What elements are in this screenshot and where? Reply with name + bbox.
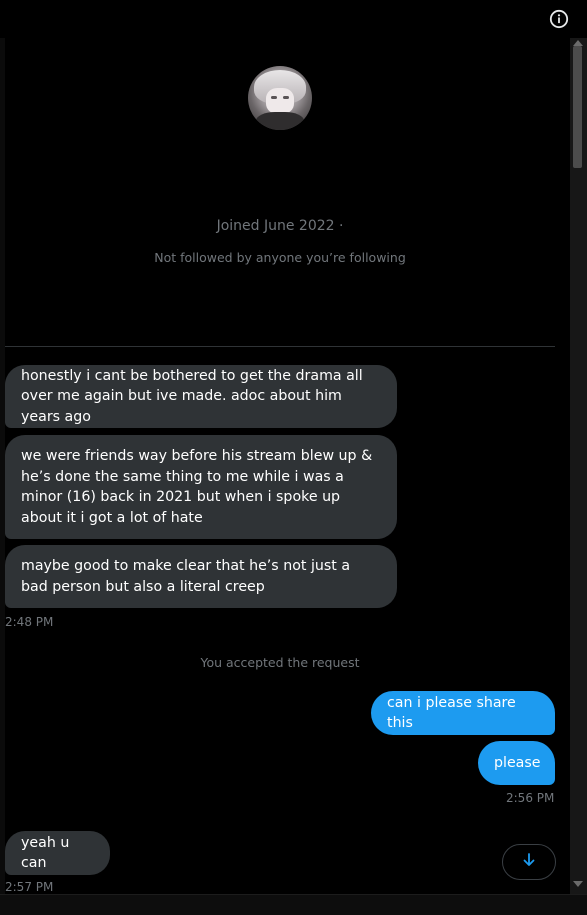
divider [5,346,555,347]
message-bubble-incoming[interactable]: maybe good to make clear that he’s not j… [5,545,397,608]
scroll-to-bottom-button[interactable] [502,844,556,880]
message-text: yeah u can [21,834,70,872]
message-text: can i please share this [387,694,516,732]
arrow-down-icon [521,852,537,872]
message-bubble-outgoing[interactable]: can i please share this [371,691,555,735]
message-bubble-incoming[interactable]: we were friends way before his stream bl… [5,435,397,539]
message-timestamp: 2:56 PM [506,791,555,805]
message-timestamp: 2:48 PM [5,615,54,629]
message-timestamp: 2:57 PM [5,880,54,894]
system-message: You accepted the request [200,655,360,670]
message-bubble-incoming[interactable]: honestly i cant be bothered to get the d… [5,365,397,428]
message-text: maybe good to make clear that he’s not j… [21,558,351,595]
followers-context: Not followed by anyone you’re following [154,250,406,265]
avatar[interactable] [248,66,312,130]
bottom-bar [0,894,587,915]
joined-date: Joined June 2022 · [216,218,344,234]
message-text: we were friends way before his stream bl… [21,448,373,526]
conversation-header [0,0,587,38]
message-bubble-outgoing[interactable]: please [478,741,555,785]
message-text: please [494,754,541,771]
scrollbar-thumb[interactable] [573,46,582,168]
message-text: honestly i cant be bothered to get the d… [21,367,363,425]
info-icon[interactable] [549,9,569,29]
scroll-down-arrow[interactable] [573,881,583,887]
message-bubble-incoming[interactable]: yeah u can [5,831,110,875]
